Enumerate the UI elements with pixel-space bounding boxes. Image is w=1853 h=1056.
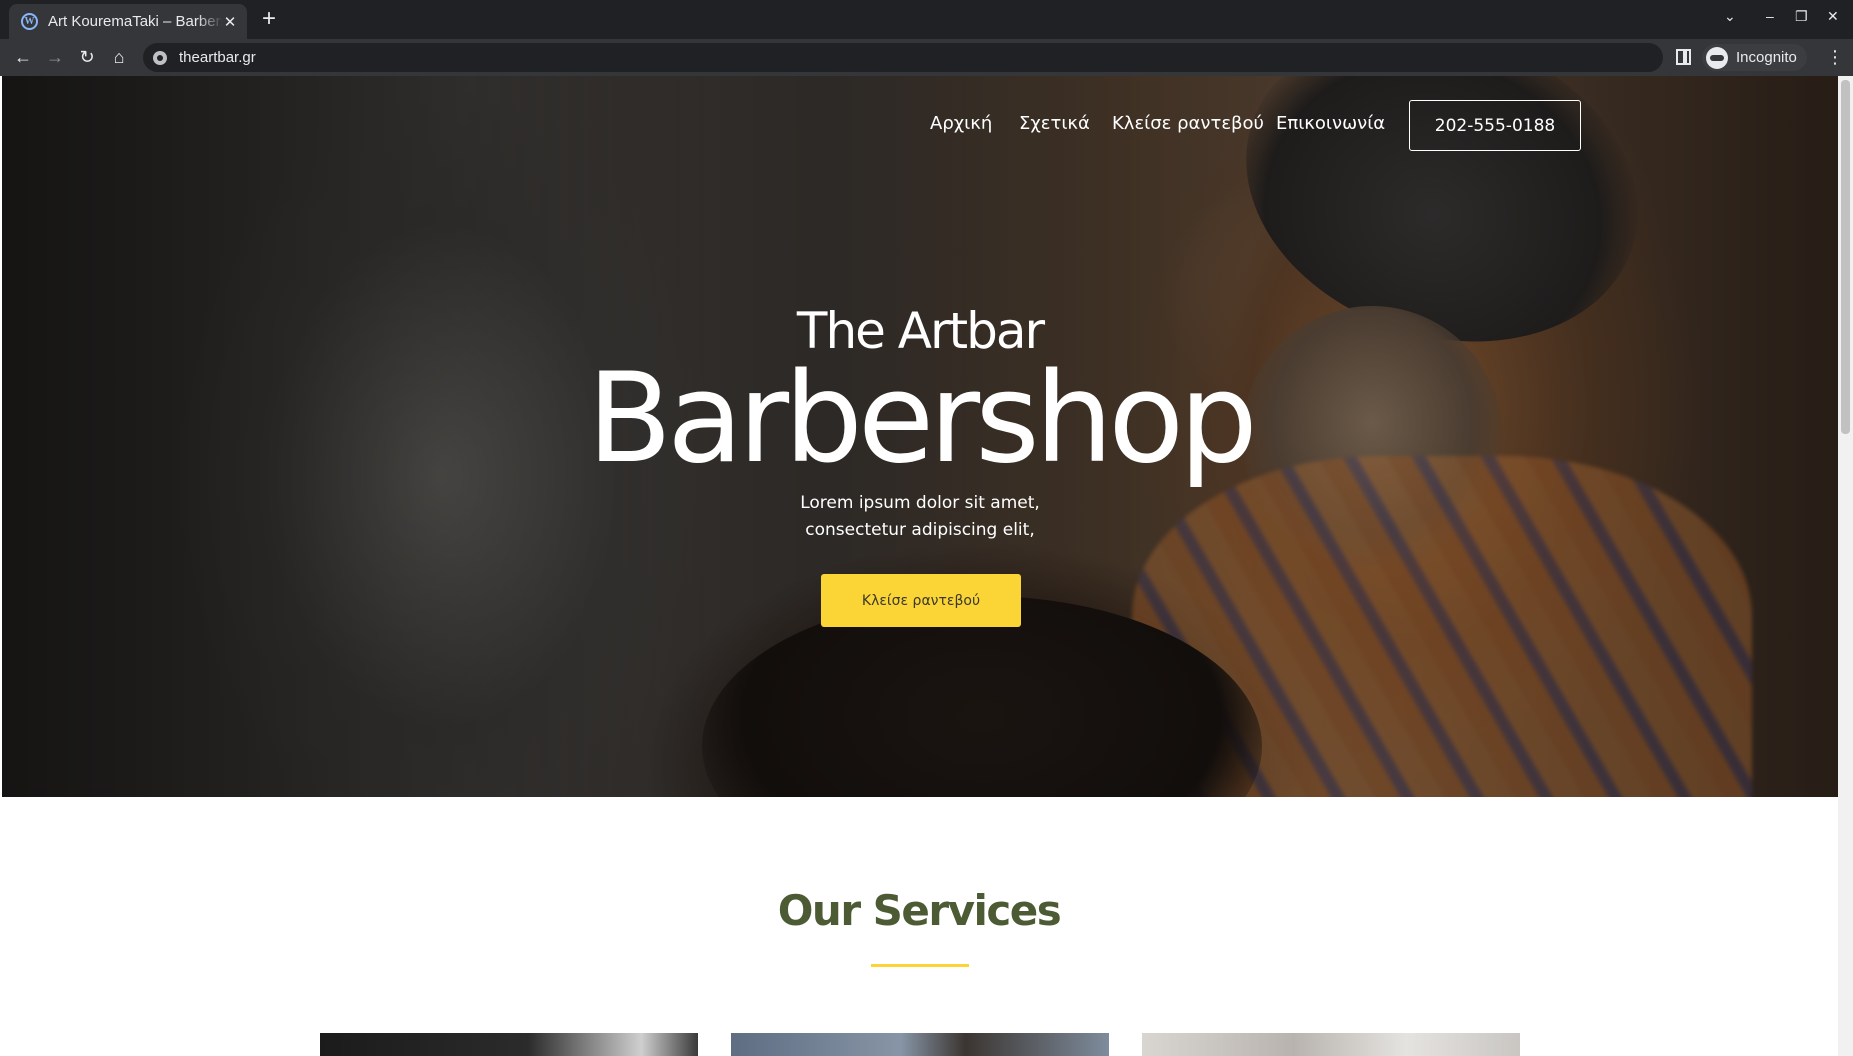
side-panel-icon[interactable] — [1676, 49, 1691, 65]
new-tab-button[interactable]: + — [262, 6, 276, 32]
services-title: Our Services — [777, 886, 1062, 935]
back-icon[interactable]: ← — [12, 46, 34, 68]
reload-icon[interactable]: ↻ — [76, 46, 98, 68]
hero-section: Αρχική Σχετικά Κλείσε ραντεβού Επικοινων… — [2, 76, 1838, 797]
close-window-icon[interactable]: ✕ — [1827, 8, 1839, 25]
tab-title: Art KouremaTaki – Barbershop — [48, 13, 223, 30]
incognito-label: Incognito — [1736, 49, 1797, 66]
book-appointment-button[interactable]: Κλείσε ραντεβού — [821, 574, 1021, 627]
hero-subtitle: Lorem ipsum dolor sit amet, consectetur … — [2, 490, 1838, 544]
nav-item-home[interactable]: Αρχική — [930, 113, 992, 134]
nav-item-about[interactable]: Σχετικά — [1019, 113, 1090, 134]
service-card-image-1[interactable] — [320, 1033, 698, 1056]
tab-strip: W Art KouremaTaki – Barbershop ✕ + ⌄ – ❐… — [0, 0, 1853, 39]
browser-menu-icon[interactable]: ⋮ — [1826, 46, 1844, 68]
services-title-underline — [871, 964, 969, 967]
incognito-icon — [1706, 46, 1728, 69]
hero-title: Barbershop — [587, 347, 1258, 491]
url-text[interactable]: theartbar.gr — [179, 49, 256, 66]
hero-subtitle-line-2: consectetur adipiscing elit, — [805, 520, 1035, 540]
minimize-icon[interactable]: – — [1766, 8, 1774, 24]
hero-subtitle-line-1: Lorem ipsum dolor sit amet, — [800, 493, 1040, 513]
forward-icon[interactable]: → — [44, 46, 66, 68]
restore-icon[interactable]: ❐ — [1795, 8, 1808, 25]
site-info-icon[interactable] — [153, 50, 167, 65]
phone-button[interactable]: 202-555-0188 — [1409, 100, 1581, 151]
home-icon[interactable]: ⌂ — [108, 46, 130, 68]
nav-item-contact[interactable]: Επικοινωνία — [1276, 113, 1385, 134]
service-card-image-3[interactable] — [1142, 1033, 1520, 1056]
page-viewport: Αρχική Σχετικά Κλείσε ραντεβού Επικοινων… — [0, 76, 1838, 1056]
page-scrollbar[interactable] — [1838, 76, 1853, 1056]
incognito-badge[interactable]: Incognito — [1702, 44, 1807, 71]
scrollbar-thumb[interactable] — [1841, 80, 1850, 434]
close-tab-icon[interactable]: ✕ — [223, 13, 237, 31]
tab-search-icon[interactable]: ⌄ — [1724, 8, 1736, 25]
browser-chrome: W Art KouremaTaki – Barbershop ✕ + ⌄ – ❐… — [0, 0, 1853, 76]
address-bar[interactable]: theartbar.gr — [143, 43, 1663, 72]
browser-toolbar: ← → ↻ ⌂ theartbar.gr Incognito ⋮ — [0, 39, 1853, 76]
wordpress-icon: W — [21, 13, 38, 30]
service-card-image-2[interactable] — [731, 1033, 1109, 1056]
browser-tab[interactable]: W Art KouremaTaki – Barbershop ✕ — [9, 4, 247, 39]
nav-item-booking[interactable]: Κλείσε ραντεβού — [1112, 113, 1264, 134]
